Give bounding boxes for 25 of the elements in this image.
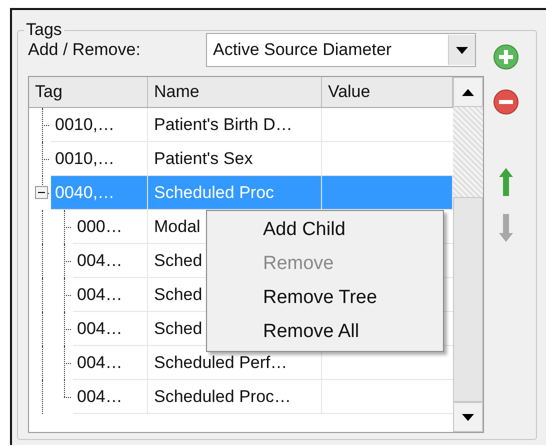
tag-dropdown[interactable]: Active Source Diameter [206,33,476,67]
add-icon[interactable] [493,44,519,70]
column-header[interactable]: Name [148,77,322,107]
tag-cell[interactable]: 004… [73,346,148,380]
scrollbar[interactable] [453,77,483,432]
name-cell: Patient's Sex [148,142,322,176]
remove-icon[interactable] [493,89,519,115]
tag-cell[interactable]: 0010,… [51,142,148,176]
scroll-up-button[interactable] [453,77,483,107]
collapse-icon[interactable] [35,186,48,199]
column-header[interactable]: Tag [29,77,148,107]
tag-cell[interactable]: 004… [73,380,148,414]
tag-cell[interactable]: 0010,… [51,108,148,142]
tag-cell[interactable]: 004… [73,278,148,312]
up-arrow-icon[interactable] [498,167,514,197]
tag-cell[interactable]: 000… [73,210,148,244]
name-cell: Patient's Birth D… [148,108,322,142]
add-remove-label: Add / Remove: [28,40,142,60]
tag-cell[interactable]: 004… [73,312,148,346]
tag-cell[interactable]: 004… [73,244,148,278]
group-title: Tags [25,20,63,40]
name-cell: Scheduled Proc [148,176,322,210]
scroll-down-button[interactable] [453,402,483,432]
name-cell: Scheduled Proc… [148,380,322,414]
scroll-thumb[interactable] [453,197,483,402]
